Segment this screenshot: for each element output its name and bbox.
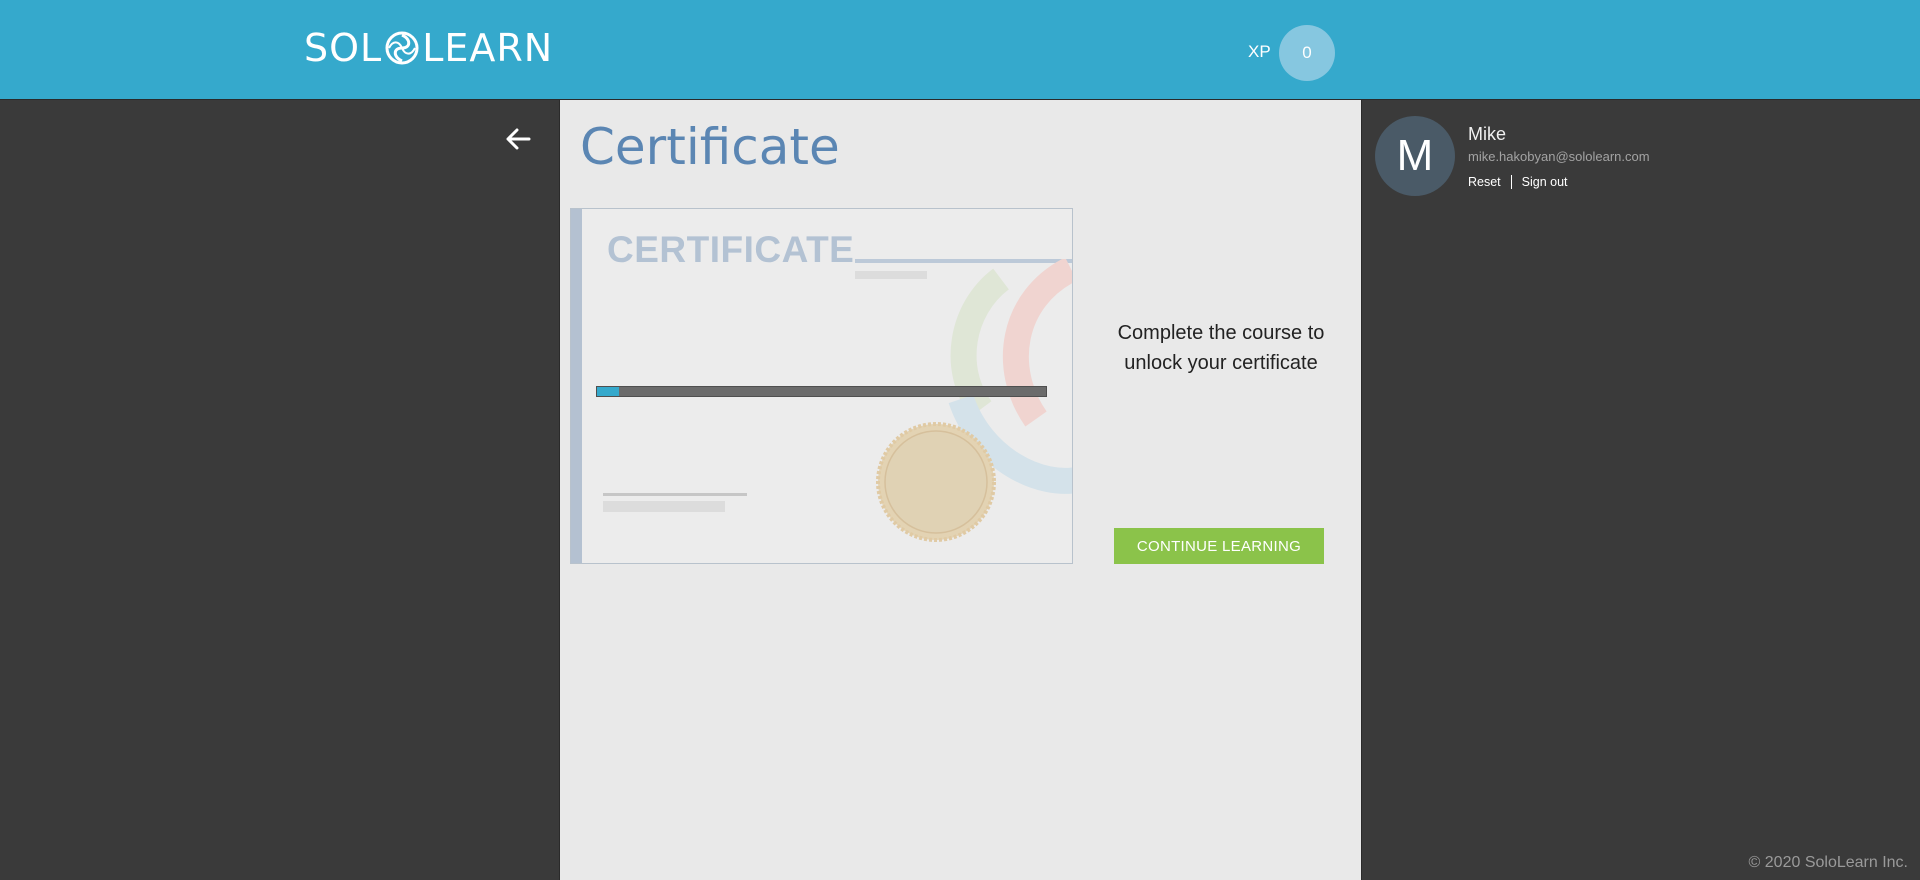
signature-placeholder bbox=[603, 501, 725, 512]
unlock-message: Complete the course to unlock your certi… bbox=[1117, 322, 1325, 374]
top-bar: SOL LEARN XP 0 bbox=[0, 0, 1920, 100]
xp-label: XP bbox=[1248, 42, 1271, 61]
user-name: Mike bbox=[1468, 124, 1507, 144]
seal-icon bbox=[876, 422, 996, 542]
sololearn-swirl-icon bbox=[385, 31, 419, 65]
reset-link[interactable]: Reset bbox=[1468, 175, 1501, 189]
avatar[interactable]: M bbox=[1375, 116, 1455, 196]
arrow-left-icon[interactable] bbox=[503, 124, 533, 154]
logo-text-left: SOL bbox=[304, 26, 383, 70]
progress-fill bbox=[597, 387, 620, 396]
signature-line bbox=[603, 493, 747, 496]
user-links: Reset Sign out bbox=[1468, 175, 1568, 189]
certificate-stripe bbox=[571, 209, 582, 563]
user-email: mike.hakobyan@sololearn.com bbox=[1468, 149, 1650, 164]
link-divider bbox=[1510, 175, 1512, 189]
xp-badge[interactable]: 0 bbox=[1279, 25, 1335, 81]
certificate-name-placeholder bbox=[855, 271, 927, 279]
page-title: Certificate bbox=[580, 118, 840, 176]
continue-learning-button[interactable]: CONTINUE LEARNING bbox=[1114, 528, 1324, 564]
sign-out-link[interactable]: Sign out bbox=[1522, 175, 1568, 189]
certificate-preview: CERTIFICATE bbox=[570, 208, 1073, 564]
copyright: © 2020 SoloLearn Inc. bbox=[1748, 854, 1908, 871]
logo-text-right: LEARN bbox=[422, 26, 554, 70]
certificate-progress-bar bbox=[596, 386, 1047, 397]
certificate-heading: CERTIFICATE bbox=[607, 229, 855, 270]
sololearn-logo[interactable]: SOL LEARN bbox=[304, 26, 553, 70]
